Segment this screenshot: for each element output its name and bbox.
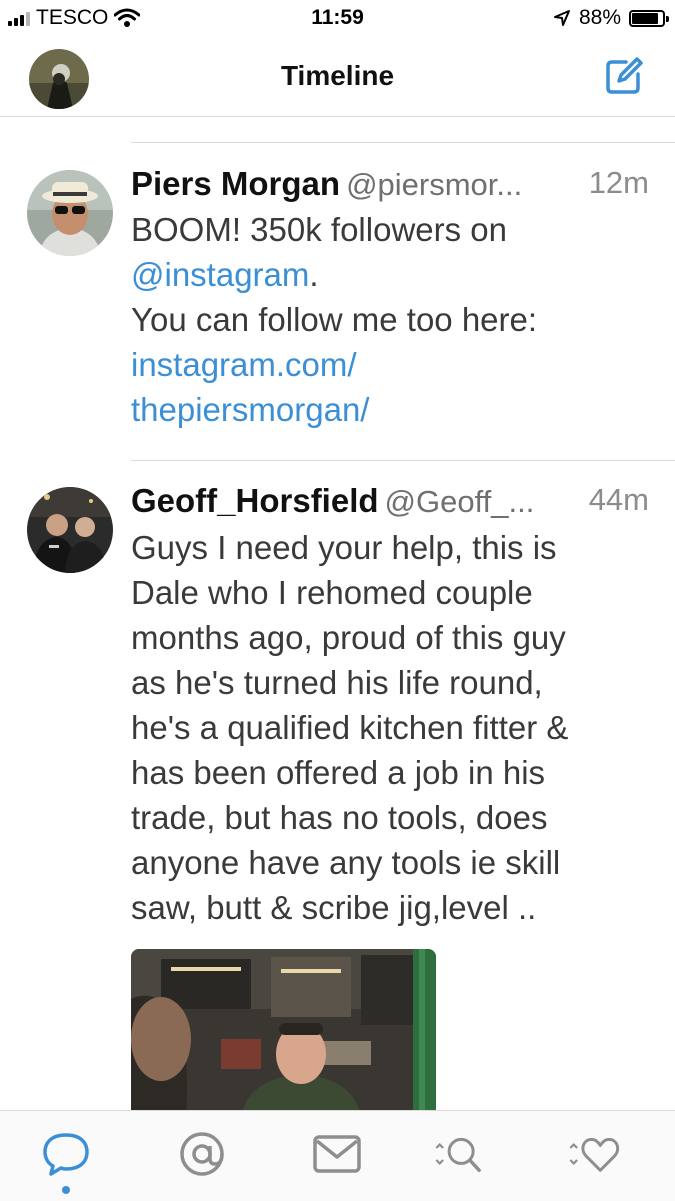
- likes-icon[interactable]: [566, 1129, 626, 1179]
- timeline-feed[interactable]: Piers Morgan @piersmor... 12m BOOM! 350k …: [0, 117, 675, 1110]
- url-link[interactable]: instagram.com/: [131, 342, 651, 387]
- author-name[interactable]: Geoff_Horsfield: [131, 482, 379, 519]
- battery-icon: [629, 9, 669, 27]
- tweet-line: he's a qualified kitchen fitter &: [131, 709, 569, 746]
- tweet-line: BOOM! 350k followers on: [131, 211, 507, 248]
- navigation-bar: Timeline: [0, 40, 675, 117]
- tweet-line: Guys I need your help, this is: [131, 529, 557, 566]
- status-bar-right: 88%: [553, 6, 669, 30]
- search-icon[interactable]: [432, 1129, 492, 1179]
- tweet-line: trade, but has no tools, does: [131, 799, 548, 836]
- tweet-time: 44m: [588, 482, 649, 517]
- tweet-text: BOOM! 350k followers on @instagram. You …: [131, 207, 651, 432]
- tweet-line: as he's turned his life round,: [131, 664, 543, 701]
- tweet-line: has been offered a job in his: [131, 754, 546, 791]
- tweet-line: @instagram.: [131, 252, 651, 297]
- status-bar: TESCO 11:59 88%: [0, 0, 675, 40]
- page-title: Timeline: [280, 60, 395, 91]
- messages-icon[interactable]: [307, 1129, 367, 1179]
- active-tab-indicator: [62, 1186, 70, 1194]
- tweet-line: months ago, proud of this guy: [131, 619, 566, 656]
- author-name[interactable]: Piers Morgan: [131, 165, 340, 202]
- tweet-line: anyone have any tools ie skill: [131, 844, 561, 881]
- url-link[interactable]: thepiersmorgan/: [131, 387, 651, 432]
- author-handle[interactable]: @piersmor...: [346, 167, 522, 202]
- timeline-icon[interactable]: [36, 1129, 96, 1179]
- tweet-media-image[interactable]: [131, 949, 436, 1110]
- battery-percentage: 88%: [578, 6, 621, 29]
- tweet-line: Dale who I rehomed couple: [131, 574, 533, 611]
- tweet[interactable]: Piers Morgan @piersmor... 12m BOOM! 350k …: [0, 143, 675, 460]
- avatar[interactable]: [27, 487, 113, 573]
- tweet-line-rest: .: [309, 256, 319, 293]
- tweet-header: Geoff_Horsfield @Geoff_... 44m: [131, 482, 649, 522]
- tweet-line: You can follow me too here:: [131, 301, 538, 338]
- tweet-header: Piers Morgan @piersmor... 12m: [131, 165, 649, 205]
- mention-link[interactable]: @instagram: [131, 256, 309, 293]
- tweet-text: Guys I need your help, this is Dale who …: [131, 525, 661, 930]
- author-handle[interactable]: @Geoff_...: [385, 484, 535, 519]
- tweet[interactable]: Geoff_Horsfield @Geoff_... 44m Guys I nee…: [0, 461, 675, 1110]
- tab-bar: [0, 1110, 675, 1201]
- tweet-time: 12m: [588, 165, 649, 200]
- tweet-line: saw, butt & scribe jig,level ..: [131, 889, 537, 926]
- compose-icon[interactable]: [604, 56, 644, 96]
- mentions-icon[interactable]: [172, 1129, 232, 1179]
- location-arrow-icon: [553, 10, 570, 26]
- avatar[interactable]: [27, 170, 113, 256]
